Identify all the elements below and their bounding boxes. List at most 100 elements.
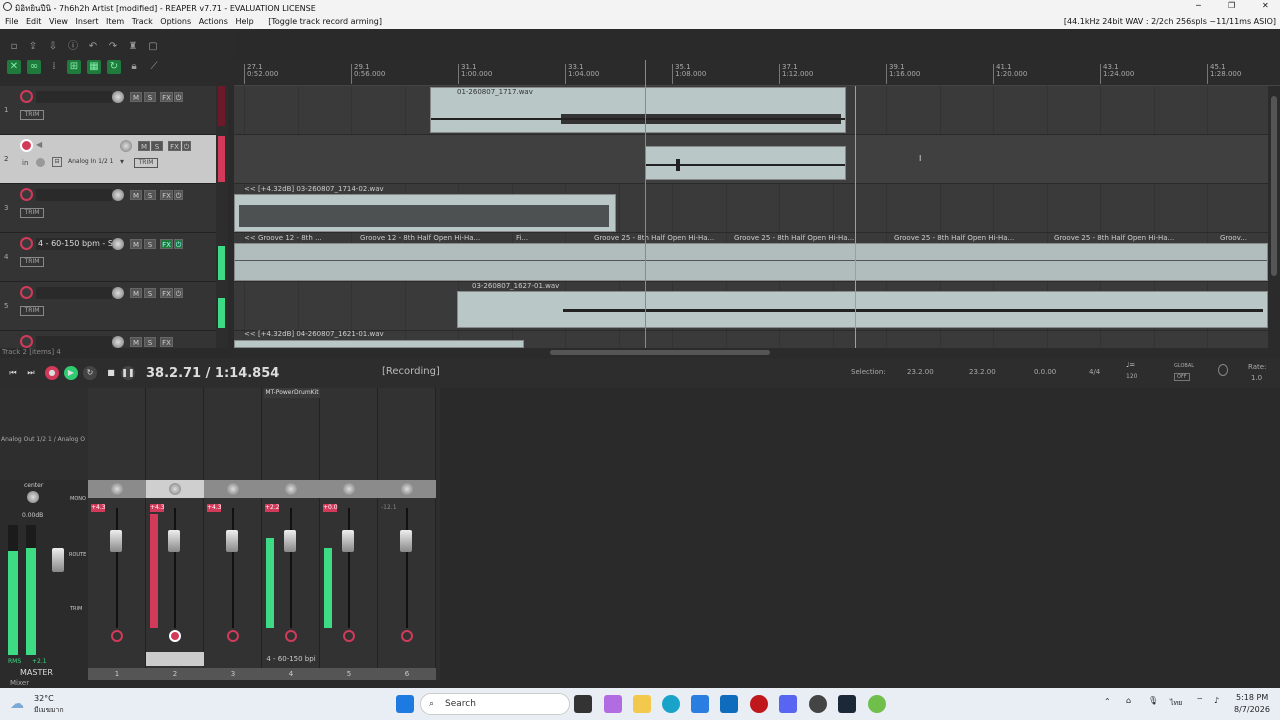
strip-number[interactable]: 4 — [262, 668, 320, 680]
trim-button[interactable]: TRIM — [20, 306, 44, 316]
solo-button[interactable]: S — [144, 288, 156, 298]
go-to-start-icon[interactable]: ⏮ — [6, 366, 20, 380]
menu-actions[interactable]: Actions — [199, 14, 228, 29]
steam-icon[interactable] — [838, 695, 856, 713]
global-automation-button[interactable]: OFF — [1174, 373, 1190, 381]
route-button[interactable]: ROUTE — [69, 552, 86, 558]
go-to-end-icon[interactable]: ⏭ — [24, 366, 38, 380]
power-icon[interactable]: ⏻ — [174, 288, 183, 298]
input-dropdown-icon[interactable]: ▾ — [120, 157, 124, 166]
mixer-strip[interactable]: MT-PowerDrumKit +2.2 4 - 60-150 bpi 4 — [262, 388, 320, 680]
track-row[interactable]: 2 ◀ M S FX ⏻ in ⊟ Analog In 1/2 1 ▾ TRIM — [0, 135, 216, 184]
record-arm-button[interactable] — [401, 630, 413, 642]
volume-icon[interactable]: ♪ — [1214, 696, 1219, 705]
pan-knob[interactable] — [227, 483, 239, 495]
trim-button[interactable]: TRIM — [20, 257, 44, 267]
power-icon[interactable]: ⏻ — [182, 141, 191, 151]
rate-value[interactable]: 1.0 — [1251, 374, 1262, 382]
horizontal-scrollbar[interactable] — [234, 348, 1280, 358]
input-select[interactable]: Analog In 1/2 1 — [68, 158, 114, 165]
volume-knob[interactable] — [120, 140, 132, 152]
strip-number[interactable]: 1 — [88, 668, 146, 680]
mute-button[interactable]: M — [130, 190, 142, 200]
mute-button[interactable]: M — [130, 288, 142, 298]
tray-expand-icon[interactable]: ⌃ — [1104, 697, 1111, 706]
new-project-icon[interactable]: ▫ — [7, 40, 21, 54]
auto-crossfade-icon[interactable]: ⊞ — [67, 60, 81, 74]
track-row[interactable]: M S FX — [0, 331, 216, 348]
vertical-scrollbar[interactable] — [1268, 86, 1280, 348]
strip-number[interactable]: 2 — [146, 668, 204, 680]
media-item[interactable]: 01-260807_1717.wav — [430, 87, 846, 133]
taskbar-search[interactable]: ⌕ Search — [420, 693, 570, 715]
project-settings-icon[interactable]: ⓘ — [66, 40, 80, 54]
volume-fader[interactable] — [226, 530, 238, 552]
minimize-button[interactable]: ─ — [1196, 1, 1201, 10]
save-project-icon[interactable]: ⇩ — [46, 40, 60, 54]
track-row[interactable]: 5 M S FX ⏻ TRIM — [0, 282, 216, 331]
volume-fader[interactable] — [400, 530, 412, 552]
track-name[interactable] — [36, 91, 112, 103]
grid-toggle-icon[interactable]: ✕ — [7, 60, 21, 74]
track-name[interactable] — [36, 287, 112, 299]
solo-button[interactable]: S — [144, 337, 156, 347]
mute-button[interactable]: M — [138, 141, 150, 151]
rate-knob[interactable] — [1218, 364, 1228, 376]
selection-length[interactable]: 0.0.00 — [1034, 368, 1056, 376]
trim-button[interactable]: TRIM — [20, 208, 44, 218]
discord-icon[interactable] — [779, 695, 797, 713]
menu-view[interactable]: View — [49, 14, 68, 29]
repeat-icon[interactable]: ↻ — [83, 366, 97, 380]
master-fader[interactable] — [52, 548, 64, 572]
ripple-edit-icon[interactable]: ∞ — [27, 60, 41, 74]
fx-button[interactable]: FX — [160, 239, 173, 249]
metronome-icon[interactable]: ♜ — [126, 40, 140, 54]
record-arm-button[interactable] — [20, 188, 33, 201]
pan-knob[interactable] — [343, 483, 355, 495]
speaker-icon[interactable]: ◀ — [36, 140, 42, 149]
fx-button[interactable]: FX — [160, 288, 173, 298]
file-explorer-icon[interactable] — [633, 695, 651, 713]
master-volume[interactable]: 0.00dB — [22, 512, 43, 519]
mixer-strip[interactable]: +4.3 3 — [204, 388, 262, 680]
menu-file[interactable]: File — [5, 14, 18, 29]
trim-button[interactable]: TRIM — [70, 606, 82, 612]
clock-date[interactable]: 8/7/2026 — [1234, 705, 1270, 714]
volume-fader[interactable] — [284, 530, 296, 552]
maximize-button[interactable]: ❐ — [1228, 1, 1235, 10]
record-arm-button[interactable] — [20, 286, 33, 299]
menu-track[interactable]: Track — [132, 14, 153, 29]
group-icon[interactable]: ⁞ — [47, 60, 61, 74]
redo-icon[interactable]: ↷ — [106, 40, 120, 54]
metronome-icon[interactable]: ♩= — [1126, 361, 1135, 369]
solo-button[interactable]: S — [144, 190, 156, 200]
volume-knob[interactable] — [112, 238, 124, 250]
edit-cursor[interactable] — [645, 60, 646, 348]
start-menu-icon[interactable] — [396, 695, 414, 713]
mixer-strip[interactable]: +0.0 5 — [320, 388, 378, 680]
timeline-ruler[interactable]: 27.1 0:52.000 29.1 0:56.000 31.1 1:00.000 3… — [234, 60, 1280, 86]
reaper-taskbar-icon[interactable] — [868, 695, 886, 713]
play-button[interactable]: ▶ — [64, 366, 78, 380]
menu-edit[interactable]: Edit — [26, 14, 42, 29]
record-arm-button[interactable] — [227, 630, 239, 642]
record-arm-button[interactable] — [20, 237, 33, 250]
record-arm-button[interactable] — [20, 139, 33, 152]
volume-fader[interactable] — [342, 530, 354, 552]
track-row[interactable]: 1 M S FX ⏻ TRIM — [0, 86, 216, 135]
volume-knob[interactable] — [112, 287, 124, 299]
time-signature[interactable]: 4/4 — [1089, 368, 1100, 376]
strip-number[interactable]: 6 — [378, 668, 436, 680]
mic-icon[interactable]: 🎙︎ — [1148, 696, 1158, 705]
menu-insert[interactable]: Insert — [76, 14, 99, 29]
volume-knob[interactable] — [112, 336, 124, 348]
weather-temp[interactable]: 32°C — [34, 694, 54, 703]
mute-button[interactable]: M — [130, 337, 142, 347]
weather-icon[interactable]: ☁ — [10, 696, 24, 712]
record-button[interactable]: ● — [45, 366, 59, 380]
pan-knob[interactable] — [169, 483, 181, 495]
mixer-strip[interactable]: +4.3 2 — [146, 388, 204, 680]
wifi-icon[interactable]: ⌔ — [1196, 696, 1204, 706]
menu-options[interactable]: Options — [160, 14, 191, 29]
master-pan-knob[interactable] — [27, 491, 39, 503]
